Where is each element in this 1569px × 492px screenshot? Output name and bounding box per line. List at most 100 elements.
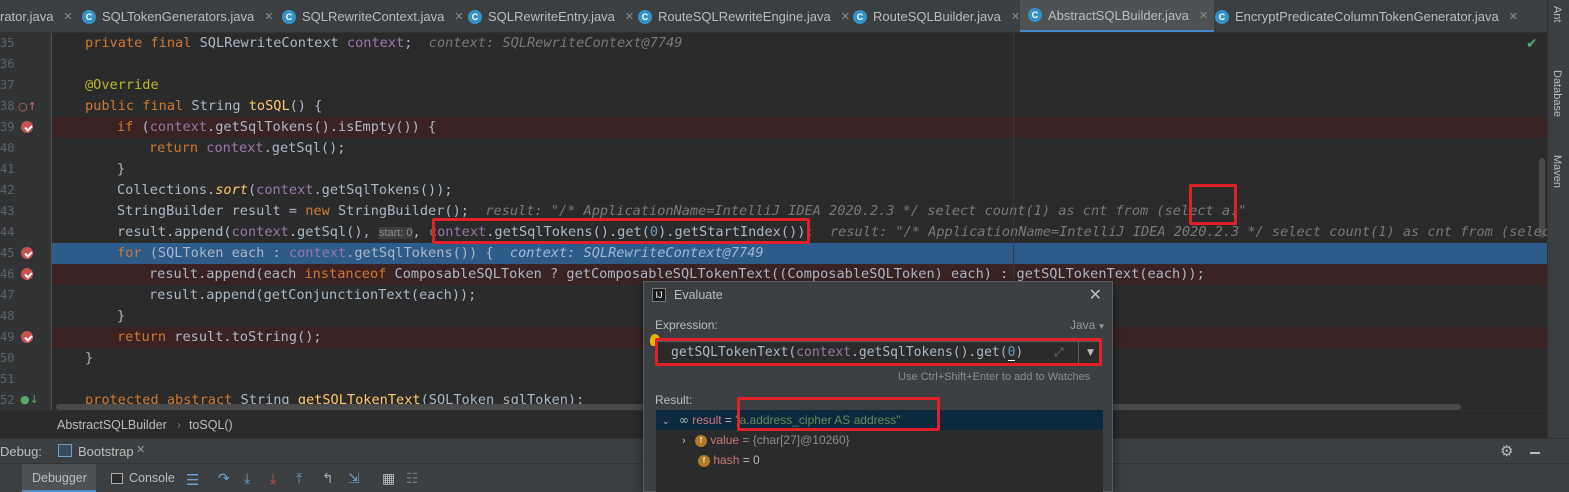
class-icon: C <box>282 9 296 24</box>
field-icon: f <box>695 434 708 447</box>
breakpoint-icon[interactable] <box>21 268 33 280</box>
close-icon[interactable]: ✕ <box>136 443 145 456</box>
tab-debugger[interactable]: Debugger <box>22 464 96 492</box>
tab-encryptpredicatecolumntokengenerator[interactable]: C EncryptPredicateColumnTokenGenerator.ja… <box>1215 0 1524 32</box>
code-line: } <box>117 161 126 177</box>
breakpoint-icon[interactable] <box>21 121 33 133</box>
tab-sqlrewritecontext[interactable]: C SQLRewriteContext.java ✕ <box>282 0 470 32</box>
class-icon: C <box>1215 9 1229 24</box>
close-icon[interactable]: ✕ <box>625 10 634 23</box>
line-number: 40 <box>0 141 15 155</box>
tab-console[interactable]: Console <box>129 471 175 485</box>
variable-value: = {char[27]@10260} <box>742 433 850 447</box>
result-tree[interactable]: ⌄ ∞ result = "a.address_cipher AS addres… <box>656 410 1103 492</box>
code-line-current-execution: for (SQLToken each : context.getSqlToken… <box>52 243 1547 264</box>
tab-label: RouteSQLBuilder.java <box>873 9 1001 24</box>
code-line-breakpoint: if (context.getSqlTokens().isEmpty()) { <box>52 117 1547 138</box>
line-number: 45 <box>0 246 15 260</box>
code-line: @Override <box>85 77 159 93</box>
gear-icon[interactable]: ⚙ <box>1500 442 1513 460</box>
step-over-icon[interactable]: ↷ <box>218 471 233 487</box>
line-number: 47 <box>0 288 15 302</box>
expand-icon[interactable]: ⤢ <box>1054 345 1064 360</box>
close-icon[interactable]: ✕ <box>1089 285 1102 305</box>
line-number: 46 <box>0 267 15 281</box>
minimize-icon[interactable] <box>1530 452 1540 454</box>
line-number: 36 <box>0 57 15 71</box>
tab-abstractsqlbuilder[interactable]: C AbstractSQLBuilder.java ✕ <box>1020 0 1215 32</box>
close-icon[interactable]: ✕ <box>63 10 72 23</box>
run-config-icon <box>58 444 72 457</box>
database-tool-button[interactable]: Database <box>1551 70 1563 117</box>
close-icon[interactable]: ✕ <box>1509 10 1518 23</box>
code-line: StringBuilder result = new StringBuilder… <box>117 203 1247 219</box>
line-number: 37 <box>0 78 15 92</box>
line-number: 51 <box>0 372 15 386</box>
tab-label: SQLTokenGenerators.java <box>102 9 255 24</box>
tab-rator[interactable]: rator.java ✕ <box>0 0 79 32</box>
line-number: 49 <box>0 330 15 344</box>
close-icon[interactable]: ✕ <box>1199 9 1208 22</box>
override-gutter-icon[interactable]: ○↑ <box>18 100 37 113</box>
close-icon[interactable]: ✕ <box>1011 10 1020 23</box>
close-icon[interactable]: ✕ <box>454 10 463 23</box>
tab-label: SQLRewriteContext.java <box>302 9 445 24</box>
chevron-down-icon: ▼ <box>1095 322 1106 331</box>
line-number: 50 <box>0 351 15 365</box>
right-tool-strip: Ant Database Maven <box>1547 0 1569 440</box>
tab-label: AbstractSQLBuilder.java <box>1048 7 1189 23</box>
breadcrumb-class[interactable]: AbstractSQLBuilder <box>57 418 167 432</box>
chevron-right-icon[interactable]: › <box>682 435 686 447</box>
step-out-icon[interactable]: ⤒ <box>296 471 311 487</box>
implemented-gutter-icon[interactable]: ●↓ <box>20 393 39 406</box>
class-icon: C <box>1028 8 1042 22</box>
code-line: Collections.sort(context.getSqlTokens())… <box>117 182 453 198</box>
tree-row-value[interactable]: › f value = {char[27]@10260} <box>656 430 1103 450</box>
tree-row-hash[interactable]: f hash = 0 <box>656 450 1103 470</box>
equals-sign: = <box>724 413 736 427</box>
breakpoint-icon[interactable] <box>21 331 33 343</box>
code-line: private final SQLRewriteContext context;… <box>85 35 683 51</box>
tab-label: EncryptPredicateColumnTokenGenerator.jav… <box>1235 9 1499 24</box>
variable-name: value <box>710 433 740 447</box>
variable-value: = 0 <box>742 453 760 467</box>
language-selector[interactable]: Java ▼ <box>1070 318 1106 332</box>
maven-tool-button[interactable]: Maven <box>1551 155 1563 188</box>
chevron-down-icon[interactable]: ⌄ <box>662 416 670 426</box>
class-icon: C <box>82 9 96 24</box>
code-line: public final String toSQL() { <box>85 98 323 114</box>
force-step-into-icon[interactable]: ⤓ <box>270 471 285 487</box>
tab-debugger-label: Debugger <box>32 471 87 485</box>
drop-frame-icon[interactable]: ↰ <box>322 471 337 487</box>
language-value: Java <box>1070 318 1096 332</box>
class-icon: C <box>468 9 482 24</box>
frames-menu-icon[interactable]: ☰ <box>186 471 201 489</box>
close-icon[interactable]: ✕ <box>841 10 850 23</box>
tab-sqltokengenerators[interactable]: C SQLTokenGenerators.java ✕ <box>82 0 279 32</box>
breadcrumb-method[interactable]: toSQL() <box>189 418 233 432</box>
tab-routesqlrewriteengine[interactable]: C RouteSQLRewriteEngine.java ✕ <box>638 0 856 32</box>
ant-tool-button[interactable]: Ant <box>1551 6 1563 23</box>
class-icon: C <box>638 9 652 24</box>
evaluate-expression-icon[interactable]: ▦ <box>382 471 397 487</box>
line-number: 43 <box>0 204 15 218</box>
close-icon[interactable]: ✕ <box>264 10 273 23</box>
dialog-title: Evaluate <box>674 288 723 302</box>
tree-row-result[interactable]: ⌄ ∞ result = "a.address_cipher AS addres… <box>656 410 1103 430</box>
run-to-cursor-icon[interactable]: ⇲ <box>348 471 363 487</box>
breakpoint-icon[interactable] <box>21 247 33 259</box>
watch-glasses-icon: ∞ <box>678 413 689 427</box>
line-number: 39 <box>0 120 15 134</box>
trace-icon[interactable]: ☷ <box>406 471 421 487</box>
debug-session-tab[interactable]: Bootstrap <box>78 444 134 459</box>
variable-value: "a.address_cipher AS address" <box>735 413 901 427</box>
line-number: 35 <box>0 36 15 50</box>
tab-sqlrewriteentry[interactable]: C SQLRewriteEntry.java ✕ <box>468 0 640 32</box>
expression-label: Expression: <box>655 318 718 332</box>
expression-input[interactable]: getSQLTokenText(context.getSqlTokens().g… <box>656 341 1102 365</box>
tab-routesqlbuilder[interactable]: C RouteSQLBuilder.java ✕ <box>853 0 1026 32</box>
class-icon: C <box>853 9 867 24</box>
step-into-icon[interactable]: ⤓ <box>244 471 259 487</box>
history-dropdown-button[interactable]: ▼ <box>1078 342 1102 364</box>
editor-tab-bar: rator.java ✕ C SQLTokenGenerators.java ✕ CS… <box>0 0 1547 33</box>
